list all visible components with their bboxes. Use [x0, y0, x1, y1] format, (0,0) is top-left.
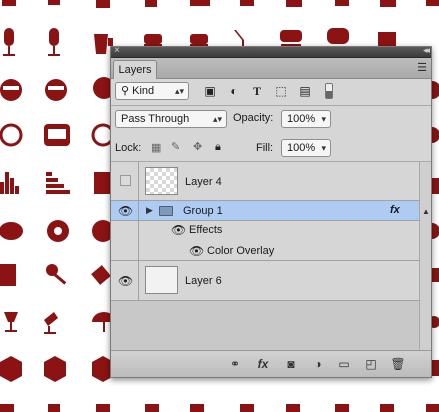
- shape-filter-icon[interactable]: ⬚: [274, 85, 288, 98]
- delete-icon[interactable]: 🗑︎: [390, 357, 406, 371]
- eye-icon: 👁︎: [118, 274, 134, 288]
- visibility-column: [111, 240, 139, 260]
- adjustment-layer-icon[interactable]: ◑: [310, 357, 326, 371]
- opacity-field[interactable]: 100% ▾: [281, 110, 331, 128]
- effect-name: Color Overlay: [207, 245, 275, 257]
- new-group-icon[interactable]: ▭: [336, 357, 352, 371]
- fx-badge[interactable]: fx: [390, 204, 400, 216]
- blend-mode-select[interactable]: Pass Through ▴▾: [115, 110, 227, 128]
- visibility-toggle[interactable]: 👁︎: [111, 261, 139, 300]
- layers-panel: × ◂◂ Layers ☰ ⚲ Kind ▴▾ ▣ ◐ T ⬚ ▤ Pass T…: [110, 45, 432, 378]
- chevron-down-icon: ▾: [321, 143, 326, 153]
- chevron-down-icon: ▾: [321, 114, 326, 124]
- scroll-up-icon[interactable]: ▲: [422, 207, 430, 216]
- layer-row-group-1[interactable]: 👁︎ ▶ Group 1 fx: [111, 201, 419, 221]
- layer-name: Group 1: [183, 205, 223, 217]
- layer-row-layer-4[interactable]: Layer 4: [111, 162, 419, 201]
- layer-thumbnail: [145, 266, 178, 294]
- lock-label: Lock:: [115, 142, 142, 154]
- fill-field[interactable]: 100% ▾: [281, 139, 331, 157]
- lock-transparency-icon[interactable]: ▦: [151, 141, 161, 154]
- add-mask-icon[interactable]: ◙: [283, 357, 299, 371]
- fx-icon[interactable]: fx: [255, 357, 271, 371]
- folder-icon: [159, 206, 173, 216]
- search-icon: ⚲: [121, 85, 130, 97]
- blend-mode-value: Pass Through: [121, 113, 190, 125]
- new-layer-icon[interactable]: ◰: [363, 357, 379, 371]
- adjustment-filter-icon[interactable]: ◐: [227, 85, 241, 98]
- effects-row[interactable]: 👁︎ Effects: [111, 221, 419, 240]
- close-icon[interactable]: ×: [114, 45, 120, 56]
- filter-kind-label: Kind: [132, 85, 155, 97]
- layer-name: Layer 4: [185, 176, 222, 188]
- collapse-icon[interactable]: ◂◂: [423, 45, 430, 56]
- image-filter-icon[interactable]: ▣: [203, 85, 217, 98]
- effects-label: Effects: [189, 224, 223, 236]
- opacity-value: 100%: [287, 113, 316, 125]
- layers-bottom-toolbar: ⚭ fx ◙ ◑ ▭ ◰ 🗑︎: [111, 350, 431, 377]
- opacity-label: Opacity:: [233, 112, 274, 124]
- panel-tabbar: Layers ☰: [111, 58, 431, 79]
- filter-kind-select[interactable]: ⚲ Kind ▴▾: [115, 82, 189, 100]
- filter-toggle-switch[interactable]: [325, 83, 333, 99]
- layers-scrollbar[interactable]: ▲: [419, 162, 431, 350]
- panel-menu-icon[interactable]: ☰: [417, 61, 427, 74]
- layers-list: Layer 4 👁︎ ▶ Group 1 fx 👁︎ Effects 👁︎ Co…: [111, 162, 419, 350]
- lock-brush-icon[interactable]: ✎: [171, 140, 180, 153]
- layer-thumbnail: [145, 167, 178, 195]
- eye-icon[interactable]: 👁︎: [189, 244, 204, 258]
- separator: [111, 105, 431, 106]
- layer-row-layer-6[interactable]: 👁︎ Layer 6: [111, 261, 419, 301]
- disclosure-triangle-icon[interactable]: ▶: [146, 205, 153, 216]
- chevron-down-icon: ▴▾: [174, 86, 184, 96]
- visibility-off-icon: [120, 175, 131, 186]
- chevron-down-icon: ▴▾: [212, 114, 222, 124]
- fill-value: 100%: [287, 142, 316, 154]
- visibility-toggle[interactable]: [111, 162, 139, 200]
- link-layers-icon[interactable]: ⚭: [227, 357, 243, 371]
- visibility-toggle[interactable]: 👁︎: [111, 201, 139, 220]
- fill-label: Fill:: [256, 142, 274, 154]
- visibility-column: [111, 221, 139, 240]
- lock-all-icon[interactable]: 🔒︎: [215, 141, 221, 154]
- smart-object-filter-icon[interactable]: ▤: [298, 85, 312, 98]
- type-filter-icon[interactable]: T: [250, 85, 264, 98]
- tab-layers[interactable]: Layers: [113, 60, 157, 79]
- effect-row-color-overlay[interactable]: 👁︎ Color Overlay: [111, 240, 419, 261]
- eye-icon[interactable]: 👁︎: [171, 223, 186, 237]
- panel-titlebar[interactable]: × ◂◂: [111, 45, 431, 58]
- lock-position-icon[interactable]: ✥: [193, 140, 202, 153]
- eye-icon: 👁︎: [118, 204, 134, 218]
- layer-name: Layer 6: [185, 275, 222, 287]
